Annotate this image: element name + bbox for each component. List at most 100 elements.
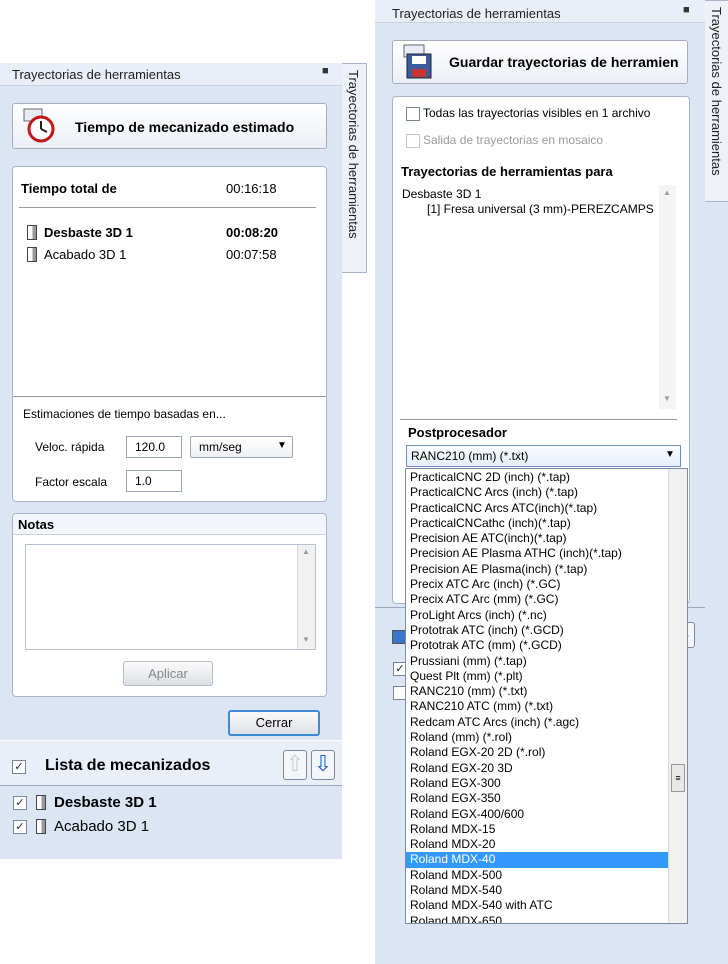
postprocessor-dropdown[interactable]: PracticalCNC 2D (inch) (*.tap) PracticalC…: [405, 468, 688, 924]
dropdown-option[interactable]: Roland EGX-20 3D: [406, 761, 668, 776]
move-down-button[interactable]: ⇩: [311, 750, 335, 780]
list-item-label: Desbaste 3D 1: [54, 794, 157, 811]
dropdown-option[interactable]: RANC210 (mm) (*.txt): [406, 684, 668, 699]
dropdown-option[interactable]: PracticalCNC 2D (inch) (*.tap): [406, 470, 668, 485]
rapid-label: Veloc. rápida: [35, 440, 105, 454]
save-disk-icon: [403, 44, 432, 79]
estimates-label: Estimaciones de tiempo basadas en...: [23, 407, 226, 421]
dropdown-option[interactable]: Precix ATC Arc (mm) (*.GC): [406, 592, 668, 607]
dropdown-option[interactable]: Roland MDX-540 with ATC: [406, 898, 668, 913]
scrollbar-thumb[interactable]: ≡: [671, 764, 685, 792]
dropdown-option[interactable]: Roland EGX-350: [406, 791, 668, 806]
dropdown-option[interactable]: Precision AE Plasma(inch) (*.tap): [406, 562, 668, 577]
rapid-input[interactable]: 120.0: [126, 436, 182, 458]
dropdown-option[interactable]: Roland EGX-400/600: [406, 807, 668, 822]
tree-tool[interactable]: [1] Fresa universal (3 mm)-PEREZCAMPS: [427, 202, 654, 216]
units-select[interactable]: mm/seg ▼: [190, 436, 293, 458]
dropdown-option[interactable]: Roland MDX-40: [406, 852, 668, 868]
pin-icon[interactable]: ■: [322, 65, 329, 77]
dropdown-option[interactable]: Prussiani (mm) (*.tap): [406, 654, 668, 669]
list-item-label: Acabado 3D 1: [54, 818, 150, 835]
save-toolpaths-panel: Trayectorias de herramientas ■ Guardar t…: [375, 0, 728, 964]
panel-header: Trayectorias de herramientas ■: [0, 63, 342, 86]
tab-toolpaths-left[interactable]: Trayectorias de herramientas: [342, 63, 367, 273]
dropdown-option[interactable]: Roland (mm) (*.rol): [406, 730, 668, 745]
dropdown-option[interactable]: Roland MDX-540: [406, 883, 668, 898]
dropdown-option[interactable]: Precision AE Plasma ATHC (inch)(*.tap): [406, 546, 668, 561]
tiled-label: Salida de trayectorias en mosaico: [423, 133, 604, 147]
document-icon: [36, 795, 46, 810]
dropdown-option[interactable]: Roland MDX-15: [406, 822, 668, 837]
postprocessor-label: Postprocesador: [408, 425, 507, 440]
pin-icon[interactable]: ■: [683, 4, 690, 16]
layer-icon: [392, 630, 406, 644]
toolpaths-tree[interactable]: Desbaste 3D 1 [1] Fresa universal (3 mm)…: [400, 185, 677, 409]
item-checkbox[interactable]: ✓: [13, 820, 27, 834]
dropdown-option[interactable]: Roland MDX-20: [406, 837, 668, 852]
dropdown-option[interactable]: PracticalCNC Arcs ATC(inch)(*.tap): [406, 501, 668, 516]
save-button-label: Guardar trayectorias de herramien: [449, 54, 679, 70]
scrollbar[interactable]: ≡: [668, 469, 687, 923]
chevron-down-icon: ▼: [665, 449, 675, 460]
times-box: Tiempo total de 00:16:18 Desbaste 3D 1 0…: [12, 166, 327, 502]
panel-title: Trayectorias de herramientas: [12, 67, 181, 82]
dropdown-option[interactable]: PracticalCNC Arcs (inch) (*.tap): [406, 485, 668, 500]
dropdown-option[interactable]: ProLight Arcs (inch) (*.nc): [406, 608, 668, 623]
apply-button[interactable]: Aplicar: [123, 661, 213, 686]
list-item[interactable]: ✓ Desbaste 3D 1: [13, 794, 333, 814]
panel-header: Trayectorias de herramientas ■: [375, 0, 705, 23]
estimate-button-label: Tiempo de mecanizado estimado: [75, 119, 295, 135]
dropdown-option[interactable]: Roland EGX-300: [406, 776, 668, 791]
save-toolpaths-button[interactable]: Guardar trayectorias de herramien: [392, 40, 688, 84]
dropdown-option[interactable]: RANC210 ATC (mm) (*.txt): [406, 699, 668, 714]
scale-label: Factor escala: [35, 475, 108, 489]
document-icon: [27, 225, 37, 241]
tiled-checkbox[interactable]: [406, 134, 420, 148]
document-icon: [27, 247, 37, 263]
dropdown-option[interactable]: Roland MDX-500: [406, 868, 668, 883]
dropdown-option[interactable]: Roland EGX-20 2D (*.rol): [406, 745, 668, 760]
row-name: Desbaste 3D 1: [44, 225, 133, 240]
machining-list-checkbox[interactable]: ✓: [12, 760, 26, 774]
dropdown-option[interactable]: Redcam ATC Arcs (inch) (*.agc): [406, 715, 668, 730]
row-time: 00:07:58: [226, 247, 277, 262]
estimate-time-button[interactable]: Tiempo de mecanizado estimado: [12, 103, 327, 149]
all-visible-label: Todas las trayectorias visibles en 1 arc…: [423, 106, 651, 120]
row-name: Acabado 3D 1: [44, 247, 127, 262]
notes-label: Notas: [18, 517, 55, 532]
tab-toolpaths-right[interactable]: Trayectorias de herramientas: [705, 0, 728, 202]
all-visible-checkbox[interactable]: [406, 107, 420, 121]
dropdown-option[interactable]: Quest Plt (mm) (*.plt): [406, 669, 668, 684]
item-checkbox[interactable]: ✓: [13, 796, 27, 810]
move-up-button[interactable]: ⇧: [283, 750, 307, 780]
dropdown-option[interactable]: Precision AE ATC(inch)(*.tap): [406, 531, 668, 546]
dropdown-option[interactable]: Precix ATC Arc (inch) (*.GC): [406, 577, 668, 592]
total-label: Tiempo total de: [21, 181, 117, 196]
dropdown-option[interactable]: Prototrak ATC (inch) (*.GCD): [406, 623, 668, 638]
scrollbar[interactable]: ▲ ▼: [297, 545, 315, 649]
machining-time-panel: Trayectorias de herramientas ■ Tiempo de…: [0, 63, 342, 859]
panel-title: Trayectorias de herramientas: [392, 6, 561, 21]
postprocessor-select[interactable]: RANC210 (mm) (*.txt) ▼: [406, 445, 681, 467]
notes-textarea[interactable]: ▲ ▼: [25, 544, 316, 650]
close-button[interactable]: Cerrar: [228, 710, 320, 736]
table-row: Desbaste 3D 1 00:08:20: [27, 225, 278, 241]
tree-group[interactable]: Desbaste 3D 1: [402, 187, 481, 201]
notes-box: Notas ▲ ▼ Aplicar: [12, 513, 327, 697]
row-time: 00:08:20: [226, 225, 279, 240]
table-row: Acabado 3D 1 00:07:58: [27, 247, 277, 263]
document-icon: [36, 819, 46, 834]
scale-input[interactable]: 1.0: [126, 470, 182, 492]
list-item[interactable]: ✓ Acabado 3D 1: [13, 818, 333, 838]
scrollbar[interactable]: ▲ ▼: [659, 185, 676, 409]
dropdown-option[interactable]: Prototrak ATC (mm) (*.GCD): [406, 638, 668, 653]
chevron-down-icon: ▼: [277, 440, 287, 451]
machining-list-label: Lista de mecanizados: [45, 757, 211, 774]
total-time: 00:16:18: [226, 181, 277, 196]
arrow-down-icon: ⇩: [313, 751, 333, 776]
dropdown-option[interactable]: PracticalCNCathc (inch)(*.tap): [406, 516, 668, 531]
toolpaths-for-label: Trayectorias de herramientas para: [401, 164, 613, 179]
arrow-up-icon: ⇧: [285, 751, 305, 776]
dropdown-option[interactable]: Roland MDX-650: [406, 914, 668, 923]
clock-icon: [23, 108, 55, 143]
